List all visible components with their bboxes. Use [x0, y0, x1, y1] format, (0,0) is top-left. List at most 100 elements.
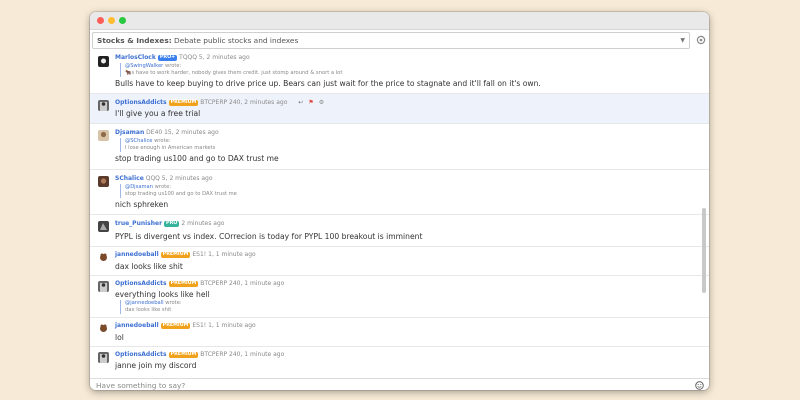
message-text: janne join my discord: [115, 361, 197, 370]
message-username[interactable]: OptionsAddicts: [115, 280, 167, 287]
quote-suffix: wrote:: [153, 184, 172, 190]
message-time: , 1 minute ago: [211, 322, 256, 329]
user-badge: PREMIUM: [168, 352, 199, 358]
gear-icon[interactable]: [696, 35, 706, 45]
smiley-icon[interactable]: [695, 381, 704, 390]
message-composer: [90, 378, 709, 390]
message-time: , 2 minutes ago: [240, 99, 288, 106]
avatar[interactable]: [98, 252, 109, 263]
message-item: jannedoeball PREMIUM ES1! 1, 1 minute ago …: [90, 247, 709, 276]
avatar[interactable]: [98, 323, 109, 334]
message-time: , 2 minutes ago: [171, 129, 219, 136]
message-meta: MarlosClock PRO+ TQQQ 5, 2 minutes ago: [115, 54, 250, 62]
message-username[interactable]: jannedoeball: [115, 251, 159, 258]
user-badge: PREMIUM: [160, 323, 191, 329]
quote-text: I lose enough in American markets: [125, 145, 216, 151]
message-username[interactable]: SChalice: [115, 175, 144, 182]
message-username[interactable]: true_Punisher: [115, 220, 162, 227]
quote-text: stop trading us100 and go to DAX trust m…: [125, 191, 237, 197]
message-meta: OptionsAddicts PREMIUM BTCPERP 240, 1 minu…: [115, 280, 284, 288]
message-text: stop trading us100 and go to DAX trust m…: [115, 154, 279, 163]
avatar[interactable]: [98, 176, 109, 187]
gear-icon[interactable]: ⚙: [319, 99, 324, 106]
message-item: OptionsAddicts PREMIUM BTCPERP 240, 1 minu…: [90, 347, 709, 374]
message-symbol[interactable]: TQQQ 5: [179, 54, 203, 61]
message-username[interactable]: OptionsAddicts: [115, 351, 167, 358]
avatar[interactable]: [98, 221, 109, 232]
message-meta: Djsaman DE40 15, 2 minutes ago: [115, 129, 219, 137]
message-meta: true_Punisher PRO 2 minutes ago: [115, 220, 224, 228]
message-time: , 2 minutes ago: [202, 54, 250, 61]
message-username[interactable]: jannedoeball: [115, 322, 159, 329]
avatar[interactable]: [98, 56, 109, 67]
quote-username[interactable]: @SChalice: [125, 138, 153, 144]
avatar[interactable]: [98, 352, 109, 363]
message-text: everything looks like hell: [115, 290, 210, 299]
message-meta: OptionsAddicts PREMIUM BTCPERP 240, 2 minu…: [115, 99, 324, 107]
quoted-message: @jannedoeball wrote: dax looks like shit: [120, 300, 182, 314]
quote-text: s have to work harder, nobody gives them…: [131, 70, 343, 76]
message-symbol[interactable]: BTCPERP 240: [200, 351, 240, 358]
message-text: PYPL is divergent vs index. COrrecion is…: [115, 232, 423, 241]
channel-select[interactable]: Stocks & Indexes: Debate public stocks a…: [92, 32, 690, 49]
close-window-button[interactable]: [97, 17, 104, 24]
avatar[interactable]: [98, 130, 109, 141]
message-time: , 2 minutes ago: [165, 175, 213, 182]
reply-icon[interactable]: ↩: [298, 99, 303, 106]
avatar[interactable]: [98, 100, 109, 111]
message-username[interactable]: Djsaman: [115, 129, 144, 136]
message-time: , 1 minute ago: [211, 251, 256, 258]
message-item: MarlosClock PRO+ TQQQ 5, 2 minutes ago @Sw…: [90, 52, 709, 94]
avatar[interactable]: [98, 281, 109, 292]
quote-suffix: wrote:: [163, 63, 182, 69]
quote-suffix: wrote:: [152, 138, 171, 144]
message-username[interactable]: MarlosClock: [115, 54, 156, 61]
user-badge: PRO+: [157, 55, 178, 61]
chevron-down-icon: ▼: [680, 37, 685, 44]
message-text: I'll give you a free trial: [115, 109, 201, 118]
quote-username[interactable]: @SwingWalker: [125, 63, 163, 69]
maximize-window-button[interactable]: [119, 17, 126, 24]
message-symbol[interactable]: BTCPERP 240: [200, 280, 240, 287]
message-time: , 1 minute ago: [240, 280, 285, 287]
message-meta: SChalice QQQ 5, 2 minutes ago: [115, 175, 213, 183]
message-item: SChalice QQQ 5, 2 minutes ago @Djsaman w…: [90, 170, 709, 215]
flag-icon[interactable]: ⚑: [308, 99, 313, 106]
message-meta: jannedoeball PREMIUM ES1! 1, 1 minute ago: [115, 322, 256, 330]
user-badge: PREMIUM: [160, 252, 191, 258]
message-symbol[interactable]: DE40 15: [146, 129, 172, 136]
user-badge: PREMIUM: [168, 281, 199, 287]
quoted-message: @Djsaman wrote: stop trading us100 and g…: [120, 184, 237, 198]
channel-description: Debate public stocks and indexes: [174, 36, 299, 45]
message-item: jannedoeball PREMIUM ES1! 1, 1 minute ago …: [90, 318, 709, 347]
message-text: dax looks like shit: [115, 262, 183, 271]
user-badge: PRO: [164, 221, 180, 227]
quote-username[interactable]: @jannedoeball: [125, 300, 164, 306]
user-badge: PREMIUM: [168, 100, 199, 106]
quote-suffix: wrote:: [163, 300, 182, 306]
message-time: , 1 minute ago: [240, 351, 285, 358]
message-symbol[interactable]: ES1! 1: [192, 251, 212, 258]
message-time: 2 minutes ago: [181, 220, 225, 227]
quote-username[interactable]: @Djsaman: [125, 184, 153, 190]
message-text: Bulls have to keep buying to drive price…: [115, 79, 541, 88]
message-symbol[interactable]: ES1! 1: [192, 322, 212, 329]
feed-scrollbar[interactable]: [702, 208, 706, 293]
message-meta: jannedoeball PREMIUM ES1! 1, 1 minute ago: [115, 251, 256, 259]
message-feed[interactable]: MarlosClock PRO+ TQQQ 5, 2 minutes ago @Sw…: [90, 52, 709, 378]
minimize-window-button[interactable]: [108, 17, 115, 24]
message-input[interactable]: [96, 380, 686, 390]
message-symbol[interactable]: QQQ 5: [146, 175, 166, 182]
message-text: nich sphreken: [115, 200, 169, 209]
message-item: true_Punisher PRO 2 minutes ago PYPL is di…: [90, 215, 709, 247]
message-username[interactable]: OptionsAddicts: [115, 99, 167, 106]
message-meta: OptionsAddicts PREMIUM BTCPERP 240, 1 minu…: [115, 351, 284, 359]
message-symbol[interactable]: BTCPERP 240: [200, 99, 240, 106]
message-item: Djsaman DE40 15, 2 minutes ago @SChalice…: [90, 124, 709, 170]
message-item: OptionsAddicts PREMIUM BTCPERP 240, 2 minu…: [90, 94, 709, 124]
quoted-message: @SwingWalker wrote: 🐂s have to work hard…: [120, 63, 342, 77]
quoted-message: @SChalice wrote: I lose enough in Americ…: [120, 138, 215, 152]
message-text: lol: [115, 333, 124, 342]
chat-window: Stocks & Indexes: Debate public stocks a…: [90, 12, 709, 390]
message-item: OptionsAddicts PREMIUM BTCPERP 240, 1 minu…: [90, 276, 709, 318]
